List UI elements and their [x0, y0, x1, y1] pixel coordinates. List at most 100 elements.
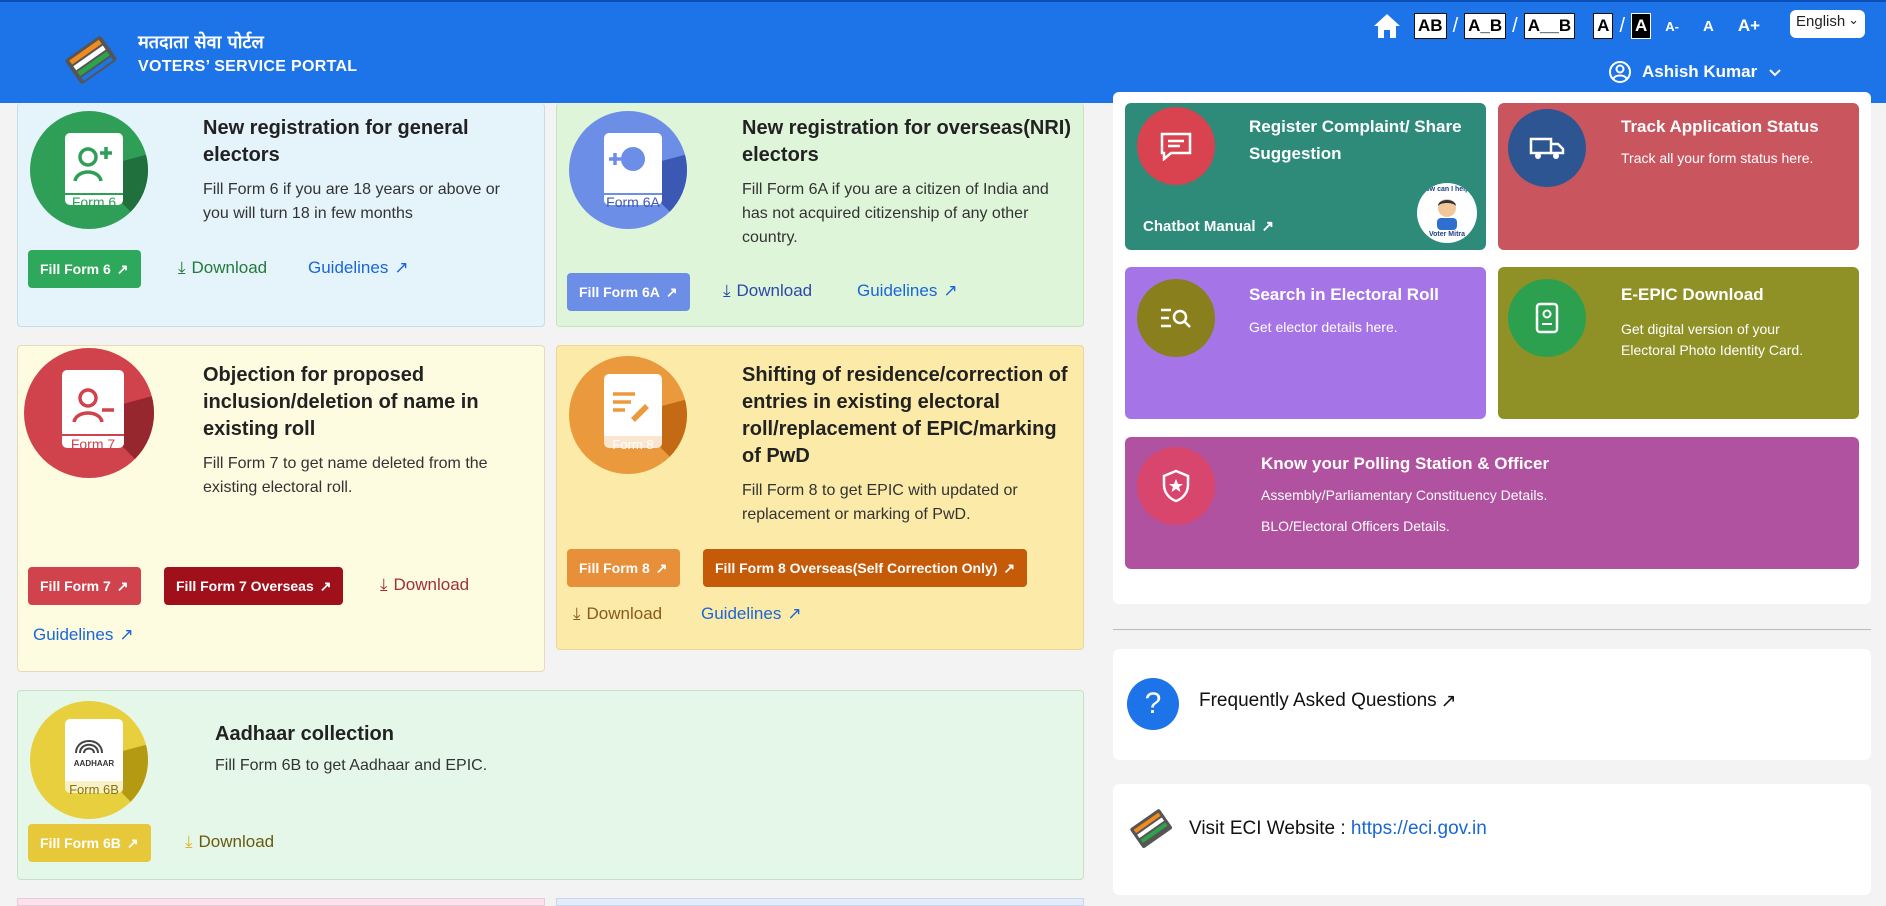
form6b-card: AADHAAR Form 6B Aadhaar collection Fill … — [17, 690, 1084, 880]
fill-form8-button[interactable]: Fill Form 8 ↗ — [567, 549, 680, 587]
font-decrease[interactable]: A- — [1665, 19, 1679, 34]
track-status-title: Track Application Status — [1621, 117, 1819, 136]
user-icon — [1609, 61, 1631, 83]
form6b-title: Aadhaar collection — [215, 723, 394, 745]
form7-guidelines-link[interactable]: Guidelines ↗ — [33, 625, 134, 645]
contrast-high[interactable]: A — [1631, 13, 1652, 39]
form7-description: Fill Form 7 to get name deleted from the… — [203, 455, 488, 496]
epic-download-description: Get digital version of your Electoral Ph… — [1621, 321, 1804, 358]
form8-card: Form 8 Shifting of residence/correction … — [556, 345, 1084, 650]
language-select[interactable]: English ⌄ — [1790, 10, 1865, 38]
form8-title: Shifting of residence/correction of entr… — [742, 364, 1068, 467]
faq-link[interactable]: Frequently Asked Questions ↗ — [1199, 690, 1457, 713]
form6b-description: Fill Form 6B to get Aadhaar and EPIC. — [215, 757, 488, 774]
contrast-normal[interactable]: A — [1593, 13, 1614, 39]
next-card-pink — [17, 898, 545, 906]
form6-card: Form 6 New registration for general elec… — [17, 103, 545, 327]
fill-form6a-button[interactable]: Fill Form 6A ↗ — [567, 273, 690, 311]
form6-title: New registration for general electors — [203, 117, 469, 166]
form6a-badge: Form 6A — [606, 194, 660, 210]
form6b-download-link[interactable]: ⤓ Download — [185, 832, 274, 852]
form8-description: Fill Form 8 to get EPIC with updated or … — [742, 482, 1018, 523]
text-spacing-normal[interactable]: AB — [1414, 13, 1447, 39]
eci-panel: Visit ECI Website : https://eci.gov.in — [1113, 784, 1871, 895]
arrow-up-right-icon: ↗ — [126, 834, 139, 851]
complaint-title: Register Complaint/ Share Suggestion — [1249, 117, 1462, 163]
polling-station-tile[interactable]: Know your Polling Station & Officer Asse… — [1125, 437, 1859, 569]
form6a-card: Form 6A New registration for overseas(NR… — [556, 103, 1084, 327]
chatbot-manual-link[interactable]: Chatbot Manual ↗ — [1143, 217, 1275, 236]
polling-station-description-1: Assembly/Parliamentary Constituency Deta… — [1261, 487, 1548, 503]
arrow-up-right-icon: ↗ — [1003, 559, 1016, 576]
arrow-up-right-icon: ↗ — [119, 625, 134, 644]
polling-station-title: Know your Polling Station & Officer — [1261, 454, 1550, 473]
eci-website-link[interactable]: https://eci.gov.in — [1351, 818, 1487, 839]
eci-logo[interactable] — [60, 28, 124, 86]
form6-description: Fill Form 6 if you are 18 years or above… — [203, 181, 501, 222]
form6a-download-link[interactable]: ⤓ Download — [723, 281, 812, 301]
track-status-tile[interactable]: Track Application Status Track all your … — [1498, 103, 1859, 250]
arrow-up-right-icon: ↗ — [943, 281, 958, 300]
download-icon: ⤓ — [573, 604, 581, 623]
shield-star-icon — [1137, 447, 1215, 525]
font-normal[interactable]: A — [1703, 18, 1714, 35]
header: मतदाता सेवा पोर्टल VOTERS’ SERVICE PORTA… — [0, 0, 1886, 103]
form6-guidelines-link[interactable]: Guidelines ↗ — [308, 258, 409, 278]
epic-download-tile[interactable]: E-EPIC Download Get digital version of y… — [1498, 267, 1859, 419]
arrow-up-right-icon: ↗ — [655, 559, 668, 576]
fill-form7-button[interactable]: Fill Form 7 ↗ — [28, 567, 141, 605]
form6a-icon: Form 6A — [569, 111, 687, 229]
voter-mitra-icon[interactable]: How can I help? Voter Mitra — [1417, 183, 1477, 243]
search-roll-tile[interactable]: Search in Electoral Roll Get elector det… — [1125, 267, 1486, 419]
font-increase[interactable]: A+ — [1738, 16, 1760, 36]
form7-download-link[interactable]: ⤓ Download — [380, 575, 469, 595]
form7-card: Form 7 Objection for proposed inclusion/… — [17, 345, 545, 672]
arrow-up-right-icon: ↗ — [116, 260, 129, 277]
form6-download-link[interactable]: ⤓ Download — [178, 258, 267, 278]
fill-form7-overseas-button[interactable]: Fill Form 7 Overseas ↗ — [164, 567, 344, 605]
fill-form6-button[interactable]: Fill Form 6 ↗ — [28, 250, 141, 288]
text-spacing-medium[interactable]: A_B — [1464, 13, 1507, 39]
user-menu[interactable]: Ashish Kumar — [1608, 60, 1783, 84]
faq-panel[interactable]: ? Frequently Asked Questions ↗ — [1113, 649, 1871, 760]
portal-title-hindi: मतदाता सेवा पोर्टल — [138, 32, 264, 53]
form6b-icon: AADHAAR Form 6B — [30, 701, 148, 819]
accessibility-toolbar: AB / A_B / A__B A / A A- A A+ — [1372, 10, 1760, 42]
form6b-badge: Form 6B — [69, 782, 119, 797]
download-icon: ⤓ — [723, 281, 731, 300]
form7-badge: Form 7 — [70, 436, 116, 452]
download-icon: ⤓ — [185, 832, 193, 851]
complaint-tile[interactable]: Register Complaint/ Share Suggestion Cha… — [1125, 103, 1486, 250]
search-list-icon — [1137, 279, 1215, 357]
fill-form8-overseas-button[interactable]: Fill Form 8 Overseas(Self Correction Onl… — [703, 549, 1028, 587]
truck-icon — [1508, 109, 1586, 187]
eci-logo — [1130, 809, 1173, 848]
form7-icon: Form 7 — [24, 348, 154, 478]
form6-icon: Form 6 — [30, 111, 148, 229]
arrow-up-right-icon: ↗ — [787, 604, 802, 623]
arrow-up-right-icon: ↗ — [394, 258, 409, 277]
form6a-guidelines-link[interactable]: Guidelines ↗ — [857, 281, 958, 301]
user-name: Ashish Kumar — [1642, 62, 1758, 81]
arrow-up-right-icon: ↗ — [319, 577, 332, 594]
text-spacing-large[interactable]: A__B — [1523, 13, 1576, 39]
question-icon: ? — [1127, 678, 1179, 730]
chevron-down-icon: ⌄ — [1848, 12, 1859, 27]
home-icon[interactable] — [1372, 12, 1402, 40]
arrow-up-right-icon: ↗ — [1261, 218, 1275, 235]
next-card-blue — [556, 898, 1084, 906]
download-icon: ⤓ — [178, 258, 186, 277]
form8-badge: Form 8 — [612, 437, 654, 452]
form8-download-link[interactable]: ⤓ Download — [573, 604, 662, 624]
track-status-description: Track all your form status here. — [1621, 150, 1814, 166]
form8-icon: Form 8 — [569, 356, 687, 474]
arrow-up-right-icon: ↗ — [1440, 691, 1457, 712]
arrow-up-right-icon: ↗ — [665, 283, 678, 300]
chevron-down-icon — [1769, 69, 1781, 77]
fill-form6b-button[interactable]: Fill Form 6B ↗ — [28, 824, 151, 862]
polling-station-description-2: BLO/Electoral Officers Details. — [1261, 518, 1450, 534]
search-roll-title: Search in Electoral Roll — [1249, 285, 1439, 304]
form7-title: Objection for proposed inclusion/deletio… — [203, 364, 479, 440]
form8-guidelines-link[interactable]: Guidelines ↗ — [701, 604, 802, 624]
search-roll-description: Get elector details here. — [1249, 319, 1398, 335]
